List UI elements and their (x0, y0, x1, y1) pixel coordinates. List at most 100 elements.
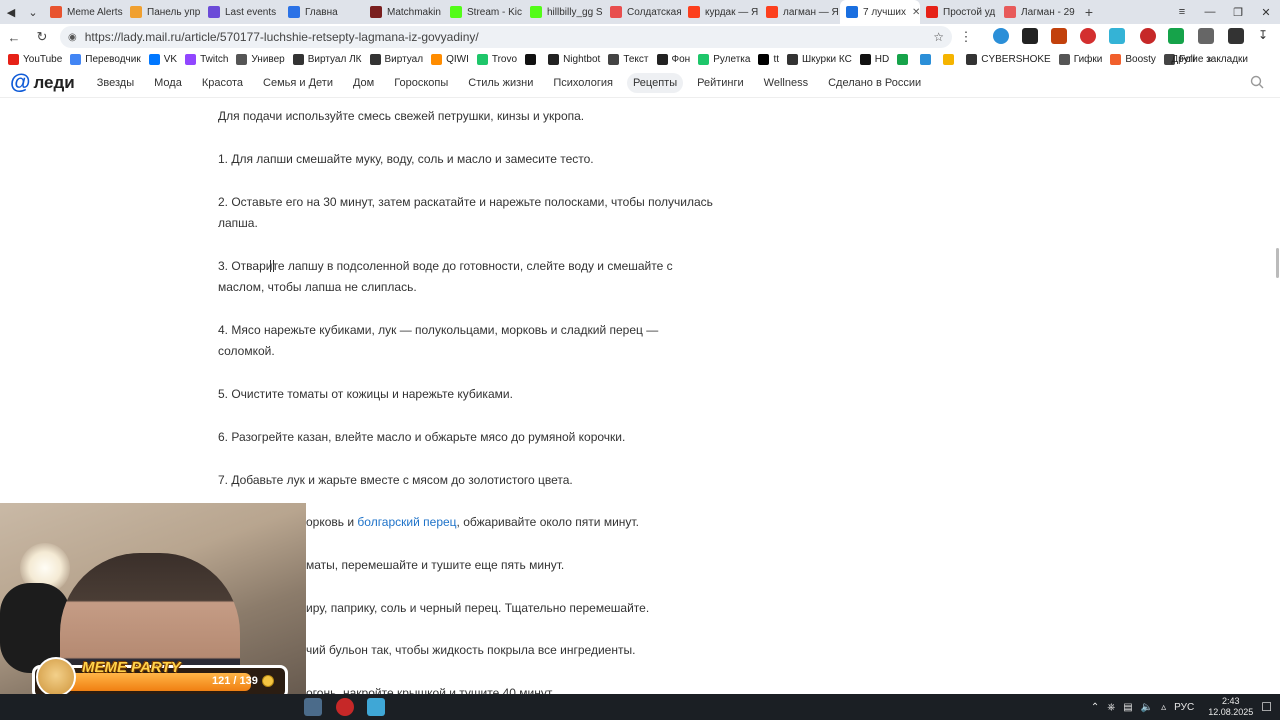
tab-search-chevron-icon[interactable]: ⌄ (22, 0, 44, 24)
clock[interactable]: 2:43 12.08.2025 (1208, 696, 1253, 718)
audio-icon[interactable]: ◀ (0, 0, 22, 24)
tab[interactable]: лагман — Я (760, 0, 840, 24)
extension-icon[interactable] (1140, 28, 1156, 44)
tab-menu-icon[interactable]: ≡ (1168, 0, 1196, 24)
bookmark-item[interactable]: Виртуал ЛК (292, 53, 362, 65)
bookmark-item[interactable] (897, 53, 912, 65)
extension-icon[interactable] (1228, 28, 1244, 44)
back-icon[interactable]: ← (0, 30, 28, 45)
tab[interactable]: Meme Alerts (44, 0, 124, 24)
bookmark-item[interactable] (525, 53, 540, 65)
downloads-icon[interactable]: ↧ (1258, 28, 1274, 44)
bookmark-item[interactable]: Nightbot (548, 53, 600, 65)
notifications-icon[interactable]: ☐ (1261, 700, 1272, 714)
recipe-step: орковь и болгарский перец, обжаривайте о… (306, 512, 718, 533)
tab[interactable]: курдак — Я (682, 0, 760, 24)
tab[interactable]: Matchmakin (364, 0, 444, 24)
bookmark-star-icon[interactable]: ☆ (933, 30, 944, 44)
site-nav-item[interactable]: Стиль жизни (462, 73, 539, 93)
bookmark-item[interactable]: YouTube (8, 53, 62, 65)
taskbar-app-icon[interactable] (367, 698, 385, 716)
usb-icon[interactable]: ⎈ (1107, 702, 1115, 713)
step-text: 4. Мясо нарежьте кубиками, лук — полукол… (218, 323, 659, 358)
tab[interactable]: Stream - Kic (444, 0, 524, 24)
tab[interactable]: Last events (202, 0, 282, 24)
bookmark-item[interactable]: Фон (656, 53, 690, 65)
bookmark-item[interactable]: Переводчик (70, 53, 141, 65)
bookmark-icon (656, 53, 668, 65)
bookmark-item[interactable]: Виртуал (369, 53, 423, 65)
extension-icon[interactable] (1022, 28, 1038, 44)
taskbar: ⌃ ⎈ ▤ 🔈 ▵ РУС 2:43 12.08.2025 ☐ (0, 694, 1280, 720)
close-window-button[interactable]: ✕ (1252, 0, 1280, 24)
restore-button[interactable]: ❐ (1224, 0, 1252, 24)
site-nav-item[interactable]: Психология (547, 73, 619, 93)
tab[interactable]: hillbilly_gg S (524, 0, 604, 24)
extension-icon[interactable] (993, 28, 1009, 44)
extension-icon[interactable] (1051, 28, 1067, 44)
site-nav-item[interactable]: Дом (347, 73, 380, 93)
bookmark-item[interactable]: Универ (236, 53, 285, 65)
tab-favicon-icon (50, 6, 62, 18)
site-info-icon[interactable]: ◉ (68, 32, 77, 43)
site-nav-item[interactable]: Семья и Дети (257, 73, 339, 93)
site-nav-item[interactable]: Мода (148, 73, 188, 93)
tab-label: Панель упр (147, 6, 201, 18)
bookmark-item[interactable]: HD (859, 53, 889, 65)
extension-icon[interactable] (1080, 28, 1096, 44)
other-bookmarks-label: Другие закладки (1171, 53, 1248, 65)
site-nav-item[interactable]: Рецепты (626, 72, 684, 93)
volume-icon[interactable]: ▵ (1161, 702, 1166, 713)
bookmark-item[interactable]: Twitch (185, 53, 228, 65)
speaker-icon[interactable]: 🔈 (1141, 702, 1153, 713)
bookmark-icon (70, 53, 82, 65)
site-logo[interactable]: @ леди (10, 72, 75, 93)
site-nav-item[interactable]: Звезды (91, 73, 140, 93)
extension-icon[interactable] (1168, 28, 1184, 44)
bookmark-item[interactable]: Шкурки КС (787, 53, 852, 65)
taskbar-app-icon[interactable] (336, 698, 354, 716)
bookmark-icon (292, 53, 304, 65)
browser-menu-icon[interactable]: ⋮ (952, 29, 980, 45)
site-nav-item[interactable]: Гороскопы (388, 73, 454, 93)
tray-chevron-icon[interactable]: ⌃ (1091, 702, 1099, 713)
tab[interactable]: Солдатская (604, 0, 682, 24)
extension-icon[interactable] (1109, 28, 1125, 44)
taskbar-app-icon[interactable] (304, 698, 322, 716)
site-nav-item[interactable]: Сделано в России (822, 73, 927, 93)
extension-icon[interactable] (1198, 28, 1214, 44)
tab[interactable]: 7 лучших ✕ (840, 0, 920, 24)
bookmark-item[interactable]: QIWI (431, 53, 469, 65)
tab[interactable]: Главна (282, 0, 364, 24)
bookmark-item[interactable]: tt (758, 53, 779, 65)
page-scrollbar[interactable] (1274, 98, 1280, 694)
bookmark-item[interactable]: Рулетка (698, 53, 750, 65)
tab[interactable]: Простой уд (920, 0, 998, 24)
close-tab-icon[interactable]: ✕ (912, 7, 920, 18)
other-bookmarks[interactable]: Другие закладки (1171, 50, 1248, 68)
bookmark-item[interactable]: CYBERSHOKE (966, 53, 1051, 65)
scrollbar-thumb[interactable] (1276, 248, 1279, 278)
search-icon[interactable] (1250, 75, 1264, 89)
site-nav-item[interactable]: Красота (196, 73, 249, 93)
bookmark-item[interactable]: Текст (608, 53, 649, 65)
bookmark-item[interactable] (920, 53, 935, 65)
bookmark-item[interactable]: Trovo (476, 53, 517, 65)
bookmark-item[interactable]: Boosty (1110, 53, 1156, 65)
tab[interactable]: Панель упр (124, 0, 202, 24)
bookmark-item[interactable] (943, 53, 958, 65)
bookmark-item[interactable]: VK (148, 53, 177, 65)
recipe-step: 4. Мясо нарежьте кубиками, лук — полукол… (218, 320, 718, 362)
bookmark-item[interactable]: Гифки (1058, 53, 1102, 65)
reload-icon[interactable]: ↻ (28, 29, 56, 45)
inline-link[interactable]: болгарский перец (357, 515, 456, 529)
site-nav-item[interactable]: Рейтинги (691, 73, 750, 93)
minimize-button[interactable]: — (1196, 0, 1224, 24)
tab[interactable]: Лагман - 29 (998, 0, 1078, 24)
site-nav-item[interactable]: Wellness (758, 73, 814, 93)
network-icon[interactable]: ▤ (1123, 702, 1132, 713)
url-field[interactable]: ◉ https://lady.mail.ru/article/570177-lu… (60, 26, 952, 48)
new-tab-button[interactable]: + (1078, 4, 1100, 20)
input-language[interactable]: РУС (1174, 702, 1194, 713)
site-header: @ леди Звезды Мода Красота Семья и Дети Дом Г… (0, 68, 1280, 98)
